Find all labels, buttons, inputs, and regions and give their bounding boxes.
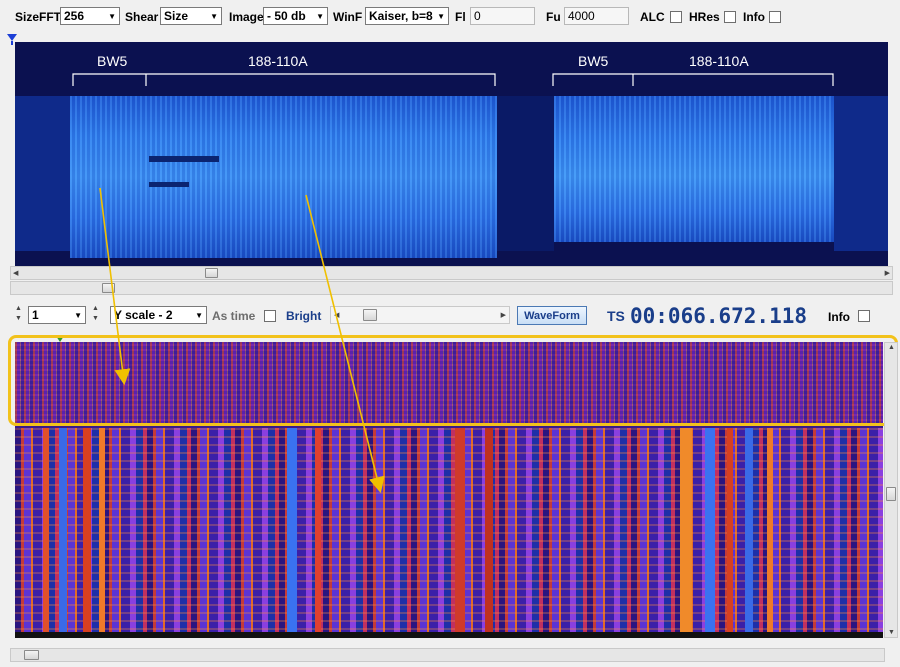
scroll-down-icon[interactable]: ▼ <box>888 629 895 636</box>
scroll-up-icon[interactable]: ▲ <box>888 344 895 351</box>
scroll-thumb[interactable] <box>24 650 39 660</box>
lower-vertical-scrollbar[interactable]: ▲ ▼ <box>884 342 898 638</box>
lower-horizontal-scrollbar[interactable] <box>10 648 885 662</box>
annotation-arrows <box>99 187 385 494</box>
scroll-thumb[interactable] <box>886 487 896 501</box>
